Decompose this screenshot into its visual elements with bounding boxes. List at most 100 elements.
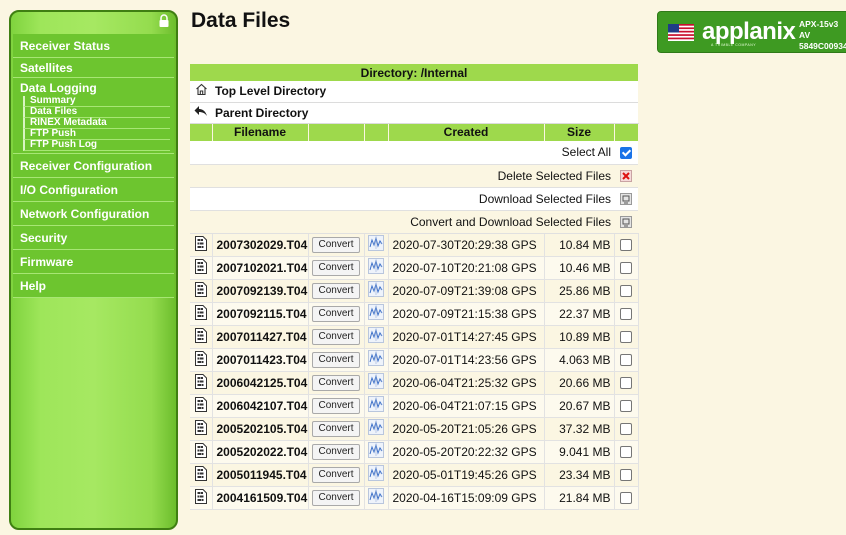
sidebar-item-network-configuration[interactable]: Network Configuration bbox=[13, 202, 174, 226]
back-arrow-icon[interactable] bbox=[190, 102, 212, 124]
plot-icon[interactable] bbox=[364, 417, 389, 441]
plot-icon[interactable] bbox=[364, 279, 389, 303]
column-header-created[interactable]: Created bbox=[388, 123, 545, 141]
sidebar-subitem-ftp-push-log[interactable]: FTP Push Log bbox=[23, 140, 170, 151]
parent-directory-row[interactable]: Parent Directory bbox=[190, 102, 639, 124]
file-name-link[interactable]: 2005202105.T04 bbox=[212, 417, 309, 441]
sidebar-item-receiver-status[interactable]: Receiver Status bbox=[13, 34, 174, 58]
file-name-link[interactable]: 2007011427.T04 bbox=[212, 325, 309, 349]
download-icon[interactable] bbox=[614, 187, 639, 211]
plot-icon[interactable] bbox=[364, 348, 389, 372]
convert-button[interactable]: Convert bbox=[312, 444, 360, 460]
file-size: 9.041 MB bbox=[544, 440, 615, 464]
sidebar-item-help[interactable]: Help bbox=[13, 274, 174, 298]
file-name-link[interactable]: 2006042125.T04 bbox=[212, 371, 309, 395]
convert-button[interactable]: Convert bbox=[312, 375, 360, 391]
file-icon[interactable] bbox=[190, 348, 213, 372]
file-icon[interactable] bbox=[190, 440, 213, 464]
plot-icon[interactable] bbox=[364, 256, 389, 280]
column-header-size[interactable]: Size bbox=[544, 123, 615, 141]
file-icon[interactable] bbox=[190, 394, 213, 418]
delete-icon[interactable] bbox=[614, 164, 639, 188]
column-header-icon bbox=[190, 123, 213, 141]
file-name-link[interactable]: 2007302029.T04 bbox=[212, 233, 309, 257]
file-created: 2020-07-01T14:23:56 GPS bbox=[388, 348, 545, 372]
convert-button[interactable]: Convert bbox=[312, 306, 360, 322]
convert-button[interactable]: Convert bbox=[312, 329, 360, 345]
file-icon[interactable] bbox=[190, 486, 213, 510]
file-icon[interactable] bbox=[190, 256, 213, 280]
file-created: 2020-04-16T15:09:09 GPS bbox=[388, 486, 545, 510]
file-created: 2020-07-09T21:39:08 GPS bbox=[388, 279, 545, 303]
convert-button[interactable]: Convert bbox=[312, 490, 360, 506]
file-select-checkbox[interactable] bbox=[614, 417, 639, 441]
data-files-table: Directory: /Internal Top Level Directory… bbox=[190, 64, 639, 510]
file-icon[interactable] bbox=[190, 233, 213, 257]
sidebar-item-security[interactable]: Security bbox=[13, 226, 174, 250]
file-created: 2020-07-10T20:21:08 GPS bbox=[388, 256, 545, 280]
file-select-checkbox[interactable] bbox=[614, 394, 639, 418]
file-size: 25.86 MB bbox=[544, 279, 615, 303]
file-select-checkbox[interactable] bbox=[614, 325, 639, 349]
convert-download-icon[interactable] bbox=[614, 210, 639, 234]
table-row: 2007102021.T04 Convert 2020-07-10T20:21:08… bbox=[190, 256, 639, 280]
convert-button[interactable]: Convert bbox=[312, 398, 360, 414]
file-icon[interactable] bbox=[190, 325, 213, 349]
plot-icon[interactable] bbox=[364, 440, 389, 464]
home-icon[interactable] bbox=[190, 81, 212, 103]
plot-icon[interactable] bbox=[364, 302, 389, 326]
convert-cell: Convert bbox=[308, 348, 365, 372]
file-select-checkbox[interactable] bbox=[614, 463, 639, 487]
convert-button[interactable]: Convert bbox=[312, 352, 360, 368]
top-level-directory-link[interactable]: Top Level Directory bbox=[212, 81, 639, 103]
file-icon[interactable] bbox=[190, 302, 213, 326]
select-all-label: Select All bbox=[190, 141, 614, 165]
plot-icon[interactable] bbox=[364, 463, 389, 487]
sidebar-item-satellites[interactable]: Satellites bbox=[13, 58, 174, 78]
file-name-link[interactable]: 2007092139.T04 bbox=[212, 279, 309, 303]
file-select-checkbox[interactable] bbox=[614, 302, 639, 326]
plot-icon[interactable] bbox=[364, 394, 389, 418]
plot-icon[interactable] bbox=[364, 371, 389, 395]
parent-directory-link[interactable]: Parent Directory bbox=[212, 102, 639, 124]
top-level-directory-row[interactable]: Top Level Directory bbox=[190, 81, 639, 103]
file-name-link[interactable]: 2007092115.T04 bbox=[212, 302, 309, 326]
file-select-checkbox[interactable] bbox=[614, 486, 639, 510]
plot-icon[interactable] bbox=[364, 486, 389, 510]
sidebar-item-receiver-configuration[interactable]: Receiver Configuration bbox=[13, 154, 174, 178]
brand-tagline: A TRIMBLE COMPANY bbox=[711, 43, 757, 47]
sidebar-item-firmware[interactable]: Firmware bbox=[13, 250, 174, 274]
file-icon[interactable] bbox=[190, 463, 213, 487]
file-name-link[interactable]: 2004161509.T04 bbox=[212, 486, 309, 510]
directory-label: Directory: /Internal bbox=[190, 64, 639, 81]
convert-button[interactable]: Convert bbox=[312, 260, 360, 276]
file-select-checkbox[interactable] bbox=[614, 256, 639, 280]
file-select-checkbox[interactable] bbox=[614, 348, 639, 372]
sidebar-item-data-logging[interactable]: Data Logging bbox=[20, 78, 174, 96]
file-select-checkbox[interactable] bbox=[614, 279, 639, 303]
file-created: 2020-06-04T21:25:32 GPS bbox=[388, 371, 545, 395]
file-select-checkbox[interactable] bbox=[614, 371, 639, 395]
plot-icon[interactable] bbox=[364, 325, 389, 349]
file-icon[interactable] bbox=[190, 371, 213, 395]
lock-icon[interactable] bbox=[158, 14, 170, 28]
sidebar-item-io-configuration[interactable]: I/O Configuration bbox=[13, 178, 174, 202]
convert-button[interactable]: Convert bbox=[312, 421, 360, 437]
file-name-link[interactable]: 2007102021.T04 bbox=[212, 256, 309, 280]
column-header-plot bbox=[364, 123, 389, 141]
convert-button[interactable]: Convert bbox=[312, 467, 360, 483]
file-select-checkbox[interactable] bbox=[614, 233, 639, 257]
file-select-checkbox[interactable] bbox=[614, 440, 639, 464]
file-name-link[interactable]: 2005011945.T04 bbox=[212, 463, 309, 487]
table-row: 2007302029.T04 Convert 2020-07-30T20:29:38… bbox=[190, 233, 639, 257]
file-icon[interactable] bbox=[190, 279, 213, 303]
convert-button[interactable]: Convert bbox=[312, 237, 360, 253]
convert-button[interactable]: Convert bbox=[312, 283, 360, 299]
plot-icon[interactable] bbox=[364, 233, 389, 257]
select-all-checkbox[interactable] bbox=[614, 141, 639, 165]
file-name-link[interactable]: 2006042107.T04 bbox=[212, 394, 309, 418]
file-name-link[interactable]: 2007011423.T04 bbox=[212, 348, 309, 372]
file-name-link[interactable]: 2005202022.T04 bbox=[212, 440, 309, 464]
file-icon[interactable] bbox=[190, 417, 213, 441]
column-header-filename[interactable]: Filename bbox=[212, 123, 309, 141]
